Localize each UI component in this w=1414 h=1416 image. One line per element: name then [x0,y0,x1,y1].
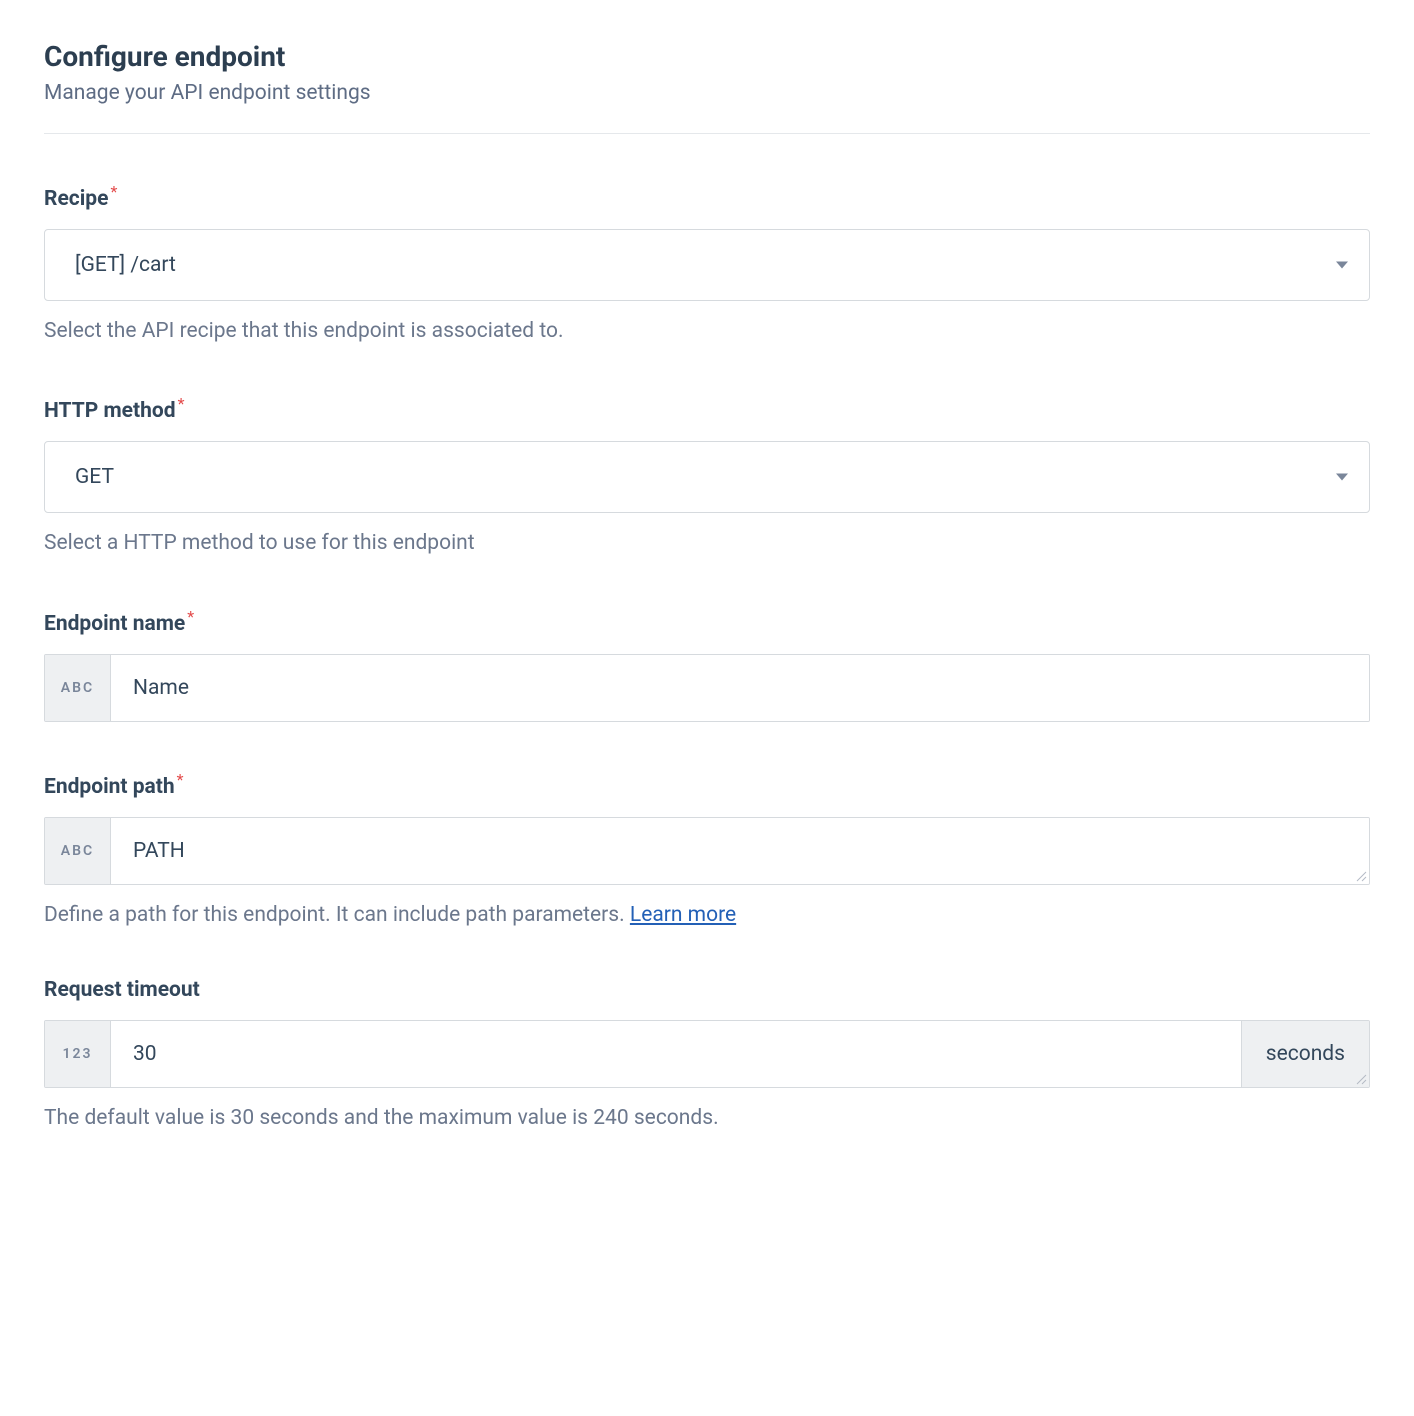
http-method-select-value: GET [75,465,114,489]
endpoint-name-input[interactable] [111,655,1369,721]
page-subtitle: Manage your API endpoint settings [44,81,1370,105]
endpoint-path-help-text: Define a path for this endpoint. It can … [44,903,630,927]
text-type-icon: ABC [45,655,111,721]
endpoint-path-input-row: ABC [44,817,1370,885]
recipe-label-text: Recipe [44,187,108,211]
learn-more-link[interactable]: Learn more [630,903,736,927]
resize-handle-icon [1355,1073,1367,1085]
required-star-icon: * [177,770,184,789]
request-timeout-input-row: 123 seconds [44,1020,1370,1088]
endpoint-path-label: Endpoint path* [44,770,1370,799]
endpoint-path-help: Define a path for this endpoint. It can … [44,901,1370,930]
text-type-icon: ABC [45,818,111,884]
endpoint-path-label-text: Endpoint path [44,775,175,799]
request-timeout-suffix-text: seconds [1266,1042,1345,1066]
recipe-label: Recipe* [44,182,1370,211]
request-timeout-label-text: Request timeout [44,978,200,1002]
request-timeout-help: The default value is 30 seconds and the … [44,1104,1370,1133]
endpoint-name-label: Endpoint name* [44,607,1370,636]
number-type-icon: 123 [45,1021,111,1087]
divider [44,133,1370,134]
recipe-select[interactable]: [GET] /cart [44,229,1370,301]
http-method-label-text: HTTP method [44,399,176,423]
endpoint-name-input-row: ABC [44,654,1370,722]
field-request-timeout: Request timeout 123 seconds The default … [44,978,1370,1133]
field-endpoint-path: Endpoint path* ABC Define a path for thi… [44,770,1370,930]
recipe-select-value: [GET] /cart [75,253,176,277]
field-recipe: Recipe* [GET] /cart Select the API recip… [44,182,1370,346]
endpoint-name-label-text: Endpoint name [44,612,185,636]
endpoint-path-input[interactable] [111,818,1369,884]
required-star-icon: * [110,182,117,201]
http-method-help: Select a HTTP method to use for this end… [44,529,1370,558]
field-http-method: HTTP method* GET Select a HTTP method to… [44,394,1370,558]
required-star-icon: * [187,607,194,626]
page-title: Configure endpoint [44,40,1370,73]
field-endpoint-name: Endpoint name* ABC [44,607,1370,722]
request-timeout-label: Request timeout [44,978,1370,1002]
required-star-icon: * [178,394,185,413]
recipe-select-wrapper: [GET] /cart [44,229,1370,301]
request-timeout-input[interactable] [111,1021,1241,1087]
request-timeout-suffix: seconds [1241,1021,1369,1087]
recipe-help: Select the API recipe that this endpoint… [44,317,1370,346]
http-method-select-wrapper: GET [44,441,1370,513]
http-method-label: HTTP method* [44,394,1370,423]
http-method-select[interactable]: GET [44,441,1370,513]
